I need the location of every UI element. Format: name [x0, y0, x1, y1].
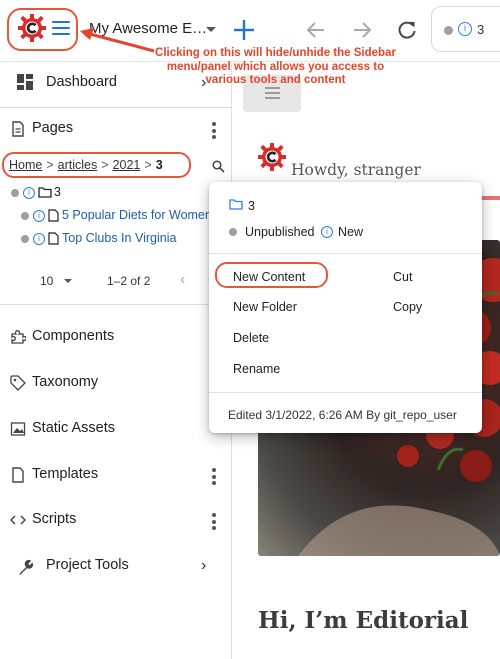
greeting-text: Howdy, stranger — [291, 161, 421, 179]
code-icon — [10, 515, 26, 525]
breadcrumb-articles[interactable]: articles — [58, 158, 98, 172]
chevron-down-icon[interactable] — [64, 279, 72, 283]
wrench-icon — [19, 559, 34, 575]
breadcrumb-year[interactable]: 2021 — [113, 158, 141, 172]
search-icon[interactable] — [212, 160, 225, 173]
sidebar-item-label: Pages — [32, 120, 74, 136]
status-new-label: New — [338, 225, 364, 239]
crafter-logo-icon[interactable] — [18, 14, 46, 42]
tree-item[interactable]: i Top Clubs In Virginia — [21, 231, 176, 245]
pagination-range: 1–2 of 2 — [107, 274, 151, 288]
menu-icon[interactable] — [52, 21, 70, 35]
tree-item-label[interactable]: 5 Popular Diets for Women — [62, 208, 212, 222]
divider — [209, 253, 482, 254]
more-options-icon[interactable] — [212, 513, 216, 533]
edited-info: Edited 3/1/2022, 6:26 AM By git_repo_use… — [228, 408, 457, 422]
page-icon — [48, 232, 59, 245]
sidebar-item-pages[interactable]: Pages — [0, 117, 232, 143]
rename-item[interactable]: Rename — [233, 362, 280, 376]
tree-item-label[interactable]: Top Clubs In Virginia — [62, 231, 176, 245]
status-dot — [11, 188, 19, 197]
status-label: Unpublished — [245, 225, 315, 239]
chevron-left-icon[interactable]: ‹ — [180, 271, 185, 289]
breadcrumb-home[interactable]: Home — [9, 158, 42, 172]
page-icon — [48, 209, 59, 222]
page-icon — [12, 467, 24, 483]
sidebar-item-label: Templates — [32, 466, 99, 482]
info-icon: i — [321, 226, 333, 238]
dashboard-icon — [17, 74, 33, 90]
sidebar-item-components[interactable]: Components — [0, 325, 232, 351]
divider — [0, 304, 232, 305]
sidebar-item-taxonomy[interactable]: Taxonomy — [0, 371, 232, 397]
annotation-arrow-icon — [80, 28, 155, 53]
status-dot — [229, 228, 237, 236]
info-icon: i — [33, 209, 45, 222]
add-icon[interactable] — [231, 17, 257, 43]
tree-folder-label: 3 — [54, 185, 61, 199]
sidebar-item-label: Static Assets — [32, 420, 116, 436]
forward-arrow-icon[interactable] — [351, 19, 373, 41]
address-bar-text: 3 — [477, 22, 485, 37]
sidebar-item-project-tools[interactable]: Project Tools › — [0, 554, 232, 580]
item-context-menu: 3 Unpublished i New New Content Cut New … — [209, 182, 482, 433]
info-icon: i — [458, 22, 472, 36]
new-content-item[interactable]: New Content — [233, 270, 305, 284]
sidebar-item-templates[interactable]: Templates — [0, 463, 232, 489]
info-icon: i — [33, 232, 45, 245]
back-arrow-icon[interactable] — [305, 19, 327, 41]
status-dot — [21, 211, 29, 220]
chevron-right-icon: › — [201, 557, 207, 574]
crafter-logo-icon — [258, 143, 286, 171]
more-options-icon[interactable] — [212, 122, 216, 142]
puzzle-icon — [11, 330, 26, 344]
copy-item[interactable]: Copy — [393, 300, 422, 314]
divider — [0, 107, 232, 108]
tag-icon — [10, 375, 26, 391]
chevron-down-icon[interactable] — [206, 27, 216, 32]
sidebar-item-label: Scripts — [32, 511, 77, 527]
image-icon — [10, 422, 26, 436]
sidebar-item-label: Project Tools — [46, 557, 129, 573]
status-dot — [444, 26, 453, 35]
sidebar-item-label: Components — [32, 328, 115, 344]
divider — [209, 392, 482, 393]
page-icon — [12, 121, 24, 137]
new-folder-item[interactable]: New Folder — [233, 300, 297, 314]
sidebar-item-static-assets[interactable]: Static Assets — [0, 417, 232, 443]
more-options-icon[interactable] — [212, 468, 216, 488]
tree-item[interactable]: i 5 Popular Diets for Women — [21, 208, 212, 222]
breadcrumb-current: 3 — [155, 158, 163, 172]
annotation-text: Clicking on this will hide/unhide the Si… — [155, 47, 396, 86]
status-dot — [21, 234, 29, 243]
tree-folder[interactable]: i3 — [11, 185, 61, 199]
rows-per-page-select[interactable]: 10 — [40, 274, 53, 288]
folder-icon — [229, 199, 243, 210]
context-menu-title: 3 — [248, 199, 255, 213]
pagination: 10 1–2 of 2 ‹ — [0, 270, 232, 294]
cut-item[interactable]: Cut — [393, 270, 412, 284]
folder-icon — [38, 187, 52, 198]
page-heading: Hi, I’m Editorial — [258, 607, 469, 634]
info-icon: i — [23, 186, 35, 199]
refresh-icon[interactable] — [396, 19, 418, 41]
sidebar-item-scripts[interactable]: Scripts — [0, 508, 232, 534]
sidebar-item-label: Dashboard — [46, 74, 117, 90]
sidebar: Dashboard › Pages Home > articles >2021 >3 i… — [0, 62, 232, 659]
breadcrumb: Home > articles >2021 >3 — [9, 158, 163, 172]
sidebar-item-label: Taxonomy — [32, 374, 99, 390]
delete-item[interactable]: Delete — [233, 331, 269, 345]
